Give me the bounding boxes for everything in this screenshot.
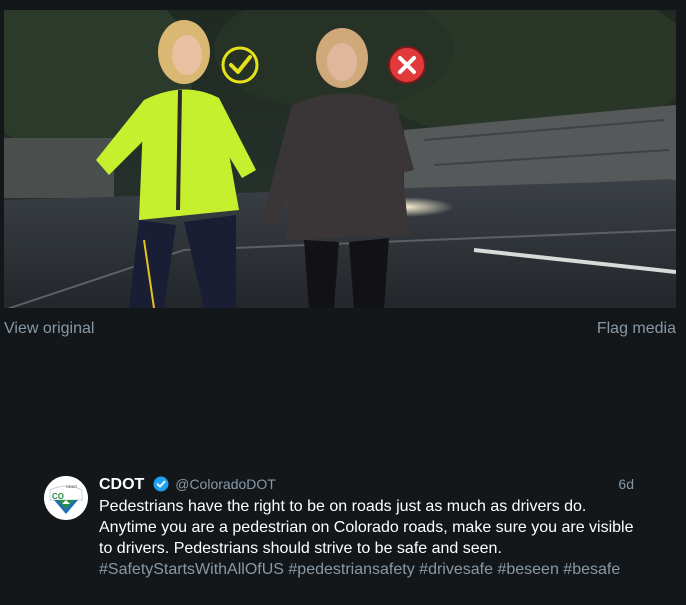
tweet-photo[interactable]	[4, 10, 676, 308]
hashtag-link[interactable]: #beseen	[497, 561, 558, 578]
media-viewer: View original Flag media CO CDOT CDOT @C…	[0, 0, 686, 605]
tweet-header: CDOT @ColoradoDOT 6d	[99, 474, 639, 494]
x-mark-icon	[388, 46, 426, 84]
pedestrian-visibility-photo	[4, 10, 676, 308]
media-actions: View original Flag media	[4, 320, 676, 342]
verified-badge-icon	[153, 476, 169, 492]
view-original-link[interactable]: View original	[4, 320, 94, 338]
tweet-text: Pedestrians have the right to be on road…	[99, 498, 634, 557]
svg-text:CDOT: CDOT	[66, 484, 78, 489]
tweet[interactable]: CO CDOT CDOT @ColoradoDOT 6d Pedestrians…	[44, 474, 644, 604]
tweet-hashtags: #SafetyStartsWithAllOfUS #pedestriansafe…	[99, 559, 639, 580]
avatar[interactable]: CO CDOT	[44, 476, 88, 520]
cdot-logo-icon: CO CDOT	[44, 476, 88, 520]
author-name[interactable]: CDOT	[99, 476, 144, 493]
hashtag-link[interactable]: #pedestriansafety	[288, 561, 414, 578]
svg-text:CO: CO	[52, 492, 64, 501]
flag-media-link[interactable]: Flag media	[597, 320, 676, 338]
author-handle[interactable]: @ColoradoDOT	[175, 476, 276, 492]
hashtag-link[interactable]: #besafe	[563, 561, 620, 578]
tweet-timestamp[interactable]: 6d	[618, 474, 634, 494]
hashtag-link[interactable]: #drivesafe	[419, 561, 493, 578]
tweet-body: CDOT @ColoradoDOT 6d Pedestrians have th…	[99, 474, 639, 580]
hashtag-link[interactable]: #SafetyStartsWithAllOfUS	[99, 561, 284, 578]
